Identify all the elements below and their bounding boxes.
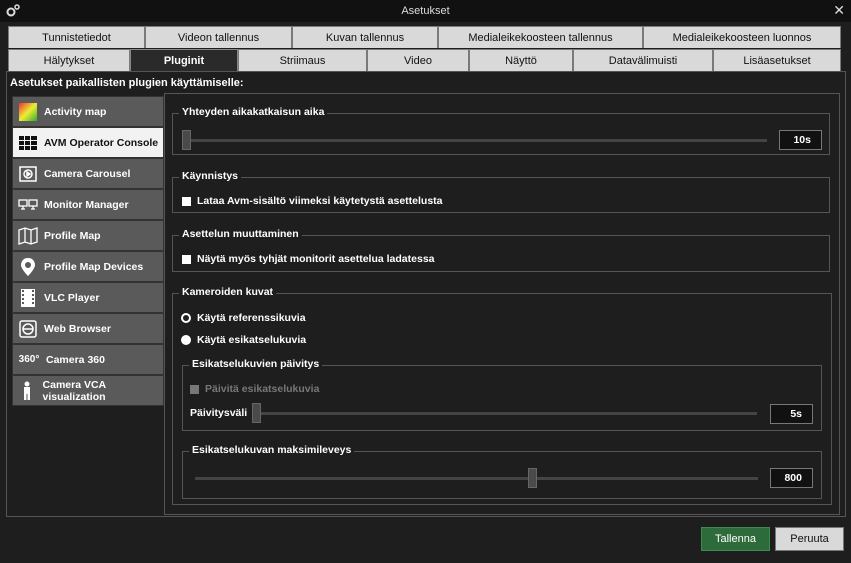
tab-row-2: Hälytykset Pluginit Striimaus Video Näyt… (8, 49, 841, 71)
monitors-icon (17, 194, 39, 216)
radio-reference-label: Käytä referenssikuvia (197, 312, 306, 324)
plugin-label: Activity map (44, 105, 107, 118)
save-button[interactable]: Tallenna (701, 527, 770, 551)
plugin-item-activity-map[interactable]: Activity map (12, 96, 164, 127)
startup-checkbox[interactable]: Lataa Avm-sisältö viimeksi käytetystä as… (182, 195, 443, 207)
slider-track (182, 139, 767, 142)
interval-label: Päivitysväli (190, 407, 248, 419)
plugin-item-web-browser[interactable]: Web Browser (12, 313, 164, 344)
camera-360-icon: 360° (18, 354, 40, 365)
radio-dot[interactable] (181, 313, 191, 323)
slider-thumb[interactable] (528, 468, 537, 488)
camera-images-title: Kameroiden kuvat (179, 286, 277, 298)
plugin-label: Camera Carousel (44, 167, 131, 180)
gear-icon[interactable] (5, 3, 21, 19)
camera-carousel-icon (17, 163, 39, 185)
plugin-label: Profile Map Devices (44, 260, 144, 273)
plugin-item-avm-operator-console[interactable]: AVM Operator Console (12, 127, 164, 158)
radio-preview-label: Käytä esikatselukuvia (197, 334, 307, 346)
plugin-label: Profile Map (44, 229, 101, 242)
empty-monitors-checkbox-label: Näytä myös tyhjät monitorit asettelua la… (197, 253, 435, 265)
page-heading: Asetukset paikallisten plugien käyttämis… (10, 77, 244, 89)
plugin-item-camera-vca-visualization[interactable]: Camera VCA visualization (12, 375, 164, 406)
plugin-item-camera-carousel[interactable]: Camera Carousel (12, 158, 164, 189)
tab-kuvan-tallennus[interactable]: Kuvan tallennus (292, 26, 438, 48)
plugin-label: Camera VCA visualization (42, 378, 106, 403)
tab-striimaus[interactable]: Striimaus (238, 49, 367, 71)
tab-row-1: Tunnistetiedot Videon tallennus Kuvan ta… (8, 26, 841, 48)
update-previews-checkbox[interactable]: Päivitä esikatselukuvia (190, 383, 319, 395)
plugin-label: Web Browser (44, 322, 111, 335)
startup-checkbox-label: Lataa Avm-sisältö viimeksi käytetystä as… (197, 195, 443, 207)
title-bar: Asetukset ✕ (0, 0, 851, 22)
tab-lisaasetukset[interactable]: Lisäasetukset (713, 49, 841, 71)
layout-change-title: Asettelun muuttaminen (179, 228, 302, 240)
interval-slider[interactable] (252, 403, 757, 423)
tab-naytto[interactable]: Näyttö (469, 49, 573, 71)
tab-pluginit[interactable]: Pluginit (130, 49, 238, 71)
radio-preview-images[interactable]: Käytä esikatselukuvia (181, 334, 306, 346)
empty-monitors-checkbox[interactable]: Näytä myös tyhjät monitorit asettelua la… (182, 253, 435, 265)
plugin-list: Activity map AVM Operator Console Camera… (12, 96, 164, 406)
plugin-item-profile-map[interactable]: Profile Map (12, 220, 164, 251)
checkbox-box[interactable] (182, 254, 191, 264)
plugin-item-vlc-player[interactable]: VLC Player (12, 282, 164, 313)
preview-update-title: Esikatselukuvien päivitys (189, 358, 323, 370)
startup-title: Käynnistys (179, 170, 242, 182)
slider-thumb[interactable] (252, 403, 261, 423)
slider-thumb[interactable] (182, 130, 191, 150)
globe-icon (17, 318, 39, 340)
tab-video[interactable]: Video (367, 49, 469, 71)
max-width-slider[interactable] (195, 468, 758, 488)
plugin-item-profile-map-devices[interactable]: Profile Map Devices (12, 251, 164, 282)
map-pin-icon (17, 256, 39, 278)
interval-value[interactable]: 5s (770, 404, 813, 424)
max-width-title: Esikatselukuvan maksimileveys (189, 444, 355, 456)
plugin-label: AVM Operator Console (44, 136, 159, 149)
plugin-label: Monitor Manager (44, 198, 129, 211)
update-previews-label: Päivitä esikatselukuvia (205, 383, 320, 395)
person-icon (17, 380, 38, 402)
plugin-item-monitor-manager[interactable]: Monitor Manager (12, 189, 164, 220)
timeout-value[interactable]: 10s (779, 130, 822, 150)
checkbox-box[interactable] (190, 384, 199, 394)
tab-videon-tallennus[interactable]: Videon tallennus (145, 26, 292, 48)
tab-halytykset[interactable]: Hälytykset (8, 49, 130, 71)
max-width-value[interactable]: 800 (770, 468, 813, 488)
radio-reference-images[interactable]: Käytä referenssikuvia (181, 312, 306, 324)
tab-medialeikekoosteen-tallennus[interactable]: Medialeikekoosteen tallennus (438, 26, 643, 48)
checkbox-box[interactable] (182, 196, 191, 206)
plugin-label: Camera 360 (46, 353, 105, 366)
plugin-label: VLC Player (44, 291, 100, 304)
plugin-item-camera-360[interactable]: 360° Camera 360 (12, 344, 164, 375)
film-icon (17, 287, 39, 309)
slider-track (252, 412, 757, 415)
tab-medialeikekoosteen-luonnos[interactable]: Medialeikekoosteen luonnos (643, 26, 841, 48)
cancel-button[interactable]: Peruuta (775, 527, 844, 551)
close-icon[interactable]: ✕ (833, 2, 845, 19)
timeout-title: Yhteyden aikakatkaisun aika (179, 106, 328, 118)
radio-dot[interactable] (181, 335, 191, 345)
activity-map-icon (17, 101, 39, 123)
window-title: Asetukset (401, 5, 450, 17)
map-icon (17, 225, 39, 247)
timeout-slider[interactable] (182, 130, 767, 150)
slider-track (195, 477, 758, 480)
tab-tunnistetiedot[interactable]: Tunnistetiedot (8, 26, 145, 48)
tab-datavalimuisti[interactable]: Datavälimuisti (573, 49, 713, 71)
grid-icon (17, 132, 39, 154)
